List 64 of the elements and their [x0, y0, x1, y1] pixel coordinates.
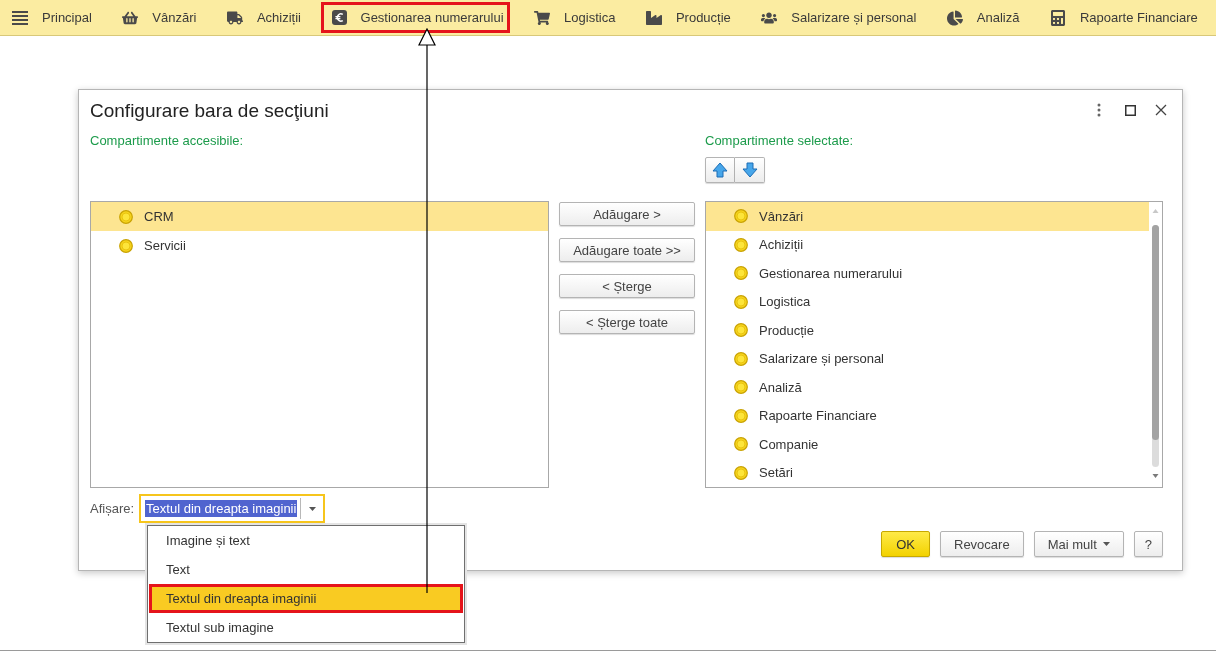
dot-icon [119, 238, 133, 253]
transfer-button[interactable]: < Șterge toate [559, 310, 695, 334]
down-arrow-icon [741, 162, 758, 178]
list-item[interactable]: Gestionarea numerarului [706, 259, 1149, 288]
section-tab[interactable]: Achiziții [215, 2, 307, 33]
transfer-button[interactable]: < Șterge [559, 274, 695, 298]
section-tab[interactable]: Gestionarea numerarului [320, 2, 510, 33]
basket-icon [122, 9, 139, 26]
pie-chart-icon [946, 9, 963, 26]
list-item[interactable]: Rapoarte Financiare [706, 401, 1149, 430]
dot-icon [734, 380, 748, 395]
dot-icon [734, 237, 748, 252]
section-tab[interactable]: Producție [634, 2, 737, 33]
caret-icon [308, 506, 316, 511]
list-item[interactable]: Vânzări [706, 202, 1149, 231]
list-item[interactable]: Servicii [91, 231, 548, 260]
list-item[interactable]: Producție [706, 316, 1149, 345]
dot-icon [734, 465, 748, 480]
ok-button[interactable]: OK [881, 531, 930, 557]
list-item[interactable]: Achiziții [706, 230, 1149, 259]
dot-icon [734, 209, 748, 224]
close-icon[interactable] [1155, 104, 1167, 116]
dot-icon [734, 294, 748, 309]
factory-icon [645, 9, 662, 26]
list-item[interactable]: Logistica [706, 287, 1149, 316]
more-button[interactable]: Mai mult [1033, 531, 1124, 557]
caret-icon [1102, 542, 1110, 546]
section-tab[interactable]: Vânzări [111, 2, 203, 33]
truck-icon [226, 9, 243, 26]
euro-icon [331, 10, 347, 25]
dialog-button[interactable]: Revocare [940, 531, 1024, 557]
section-tab[interactable]: Principal [1, 2, 98, 33]
transfer-button[interactable]: Adăugare > [559, 202, 695, 226]
display-dropdown[interactable]: Textul din dreapta imaginii [139, 494, 326, 523]
more-icon[interactable] [1097, 103, 1101, 117]
move-up-button[interactable] [705, 157, 735, 183]
calculator-icon [1050, 9, 1066, 26]
field-label: Afișare: [90, 501, 135, 516]
section-label: Compartimente accesibile: [90, 132, 244, 150]
up-arrow-icon [712, 162, 728, 178]
dot-icon [734, 266, 748, 281]
dot-icon [119, 209, 133, 224]
dialog-title: Configurare bara de secţiuni [90, 99, 329, 122]
dropdown-option[interactable]: Textul din dreapta imaginii [149, 584, 464, 613]
section-label: Compartimente selectate: [705, 132, 854, 150]
list-item[interactable]: CRM [91, 202, 548, 231]
section-tab[interactable]: Analiză [935, 2, 1026, 33]
section-tab[interactable]: Logistica [523, 2, 622, 33]
dot-icon [734, 351, 748, 366]
maximize-icon[interactable] [1125, 104, 1136, 116]
dot-icon [734, 437, 748, 452]
dialog-button[interactable]: ? [1133, 531, 1163, 557]
dot-icon [734, 408, 748, 423]
list-item[interactable]: Companie [706, 430, 1149, 459]
list-item[interactable]: Salarizare și personal [706, 344, 1149, 373]
section-tab[interactable]: Rapoarte Financiare [1039, 2, 1204, 33]
list-item[interactable]: Analiză [706, 373, 1149, 402]
transfer-button[interactable]: Adăugare toate >> [559, 238, 695, 262]
move-down-button[interactable] [735, 157, 765, 183]
menu-icon [12, 10, 28, 25]
section-tab[interactable]: Salarizare și personal [750, 2, 923, 33]
cart-icon [534, 9, 551, 26]
list-item[interactable]: Setări [706, 458, 1149, 487]
dot-icon [734, 323, 748, 338]
